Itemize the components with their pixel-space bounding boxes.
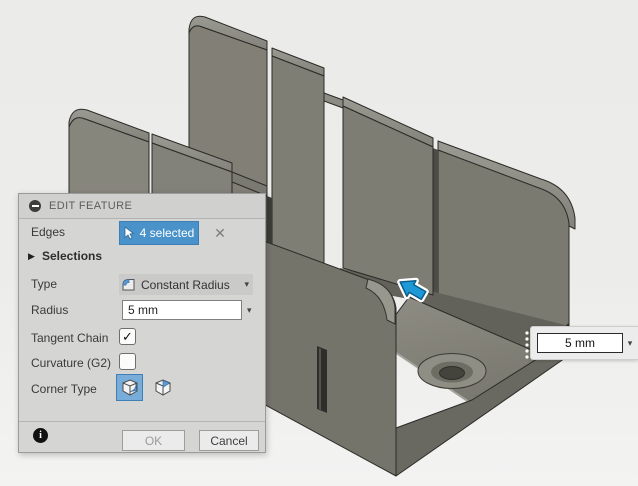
model-slot bbox=[317, 346, 327, 413]
dialog-title: EDIT FEATURE bbox=[49, 200, 133, 212]
type-value: Constant Radius bbox=[141, 277, 230, 292]
edges-selected-count: 4 selected bbox=[139, 226, 195, 240]
edges-selection-button[interactable]: 4 selected bbox=[119, 221, 199, 245]
corner-type-label: Corner Type bbox=[31, 382, 97, 396]
tangent-chain-checkbox[interactable]: ✓ bbox=[119, 328, 136, 345]
chevron-down-icon: ▾ bbox=[244, 279, 249, 289]
corner-type-setback-button[interactable] bbox=[149, 374, 176, 401]
model-slot bbox=[433, 148, 438, 300]
fusion360-canvas: { "dialog": { "title": "EDIT FEATURE", "… bbox=[0, 0, 638, 486]
chevron-down-icon[interactable]: ▾ bbox=[247, 300, 252, 320]
model-slot-highlight bbox=[319, 348, 321, 410]
type-dropdown[interactable]: Constant Radius ▾ bbox=[119, 274, 253, 295]
cancel-button[interactable]: Cancel bbox=[199, 430, 259, 451]
rolling-ball-corner-icon bbox=[122, 378, 137, 396]
ok-button[interactable]: OK bbox=[122, 430, 185, 451]
tangent-chain-label: Tangent Chain bbox=[31, 331, 109, 345]
radius-manipulator-panel: 5 mm ▾ bbox=[530, 326, 638, 360]
info-icon[interactable]: i bbox=[33, 428, 48, 443]
collapse-icon[interactable] bbox=[29, 200, 41, 212]
corner-type-rolling-ball-button[interactable] bbox=[116, 374, 143, 401]
radius-input[interactable]: 5 mm bbox=[122, 300, 242, 320]
clear-selection-icon[interactable]: ✕ bbox=[209, 222, 231, 244]
radius-manipulator-input[interactable]: 5 mm bbox=[537, 333, 623, 353]
edges-label: Edges bbox=[31, 225, 66, 239]
type-label: Type bbox=[31, 277, 58, 291]
radius-label: Radius bbox=[31, 303, 69, 317]
model-step-bevel bbox=[323, 92, 344, 109]
dialog-separator bbox=[19, 421, 265, 422]
dialog-header[interactable]: EDIT FEATURE bbox=[19, 194, 265, 219]
model-hole bbox=[439, 366, 465, 380]
selections-label: Selections bbox=[42, 249, 103, 263]
cursor-icon bbox=[124, 226, 135, 240]
edit-feature-dialog: EDIT FEATURE Edges 4 selected ✕ ▶ Select… bbox=[18, 193, 266, 453]
curvature-checkbox[interactable] bbox=[119, 353, 136, 370]
constant-radius-icon bbox=[122, 278, 135, 290]
disclosure-triangle-icon[interactable]: ▶ bbox=[28, 251, 35, 262]
setback-corner-icon bbox=[155, 378, 170, 396]
curvature-label: Curvature (G2) bbox=[31, 356, 112, 370]
chevron-down-icon[interactable]: ▾ bbox=[623, 338, 637, 349]
